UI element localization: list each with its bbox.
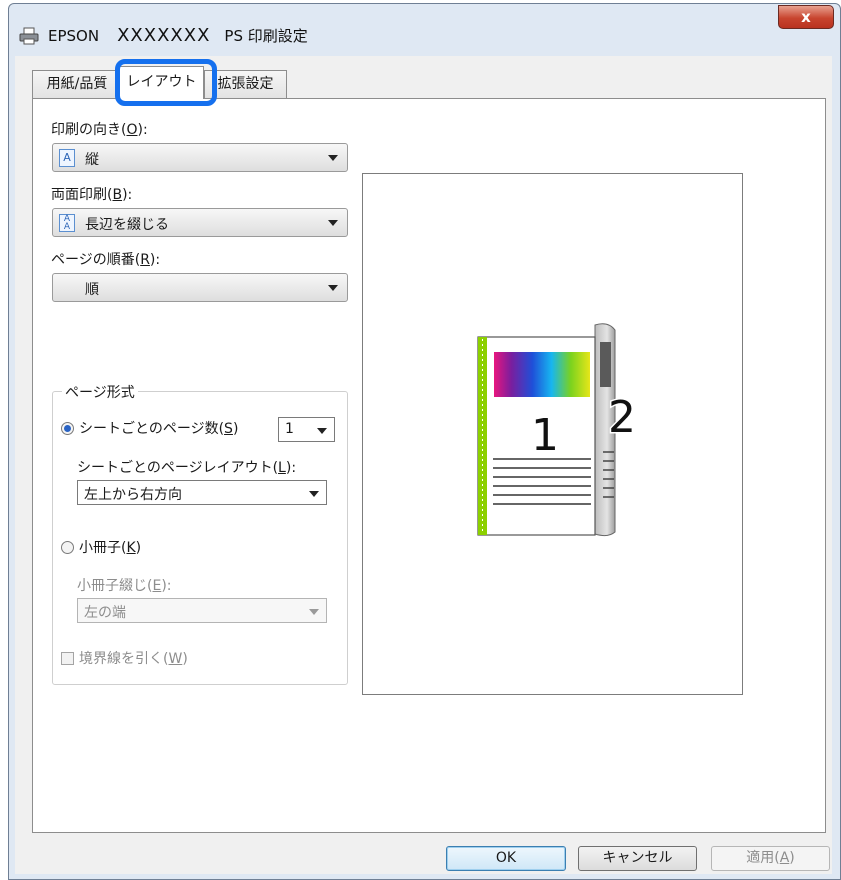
print-settings-window: EPSON XXXXXXX PS 印刷設定 x 用紙/品質 レイアウト 拡張設定 印… [8, 3, 841, 880]
page-format-title: ページ形式 [62, 382, 138, 402]
page-format-group: ページ形式 シートごとのページ数(S) 1 シートごとのページレイアウト(L):… [52, 382, 348, 685]
chevron-down-icon [309, 609, 319, 615]
cancel-button[interactable]: キャンセル [578, 846, 697, 871]
back-page-number: 2 [608, 392, 636, 443]
window-title: EPSON XXXXXXX PS 印刷設定 [48, 25, 308, 46]
page-order-value: 順 [85, 282, 99, 298]
tab-highlight-frame [115, 59, 217, 106]
printer-icon [19, 27, 39, 45]
ok-button[interactable]: OK [446, 846, 566, 871]
booklet-binding-dropdown[interactable]: 左の端 [77, 598, 327, 623]
page-order-dropdown[interactable]: 順 [52, 273, 348, 302]
orientation-label: 印刷の向き(O): [51, 122, 148, 138]
pages-per-sheet-label: シートごとのページ数(S) [79, 421, 239, 437]
apply-button[interactable]: 適用(A) [711, 846, 830, 871]
chevron-down-icon [328, 220, 338, 226]
duplex-dropdown[interactable]: AA 長辺を綴じる [52, 208, 348, 237]
layout-panel: 印刷の向き(O): A 縦 両面印刷(B): AA 長辺を綴じる ページの順番(… [32, 98, 826, 833]
orientation-value: 縦 [85, 152, 99, 168]
front-page-number: 1 [531, 410, 559, 461]
booklet-binding-label: 小冊子綴じ(E): [77, 578, 172, 594]
duplex-label: 両面印刷(B): [51, 187, 133, 203]
orientation-dropdown[interactable]: A 縦 [52, 143, 348, 172]
booklet-binding-value: 左の端 [84, 605, 126, 621]
pages-per-sheet-dropdown[interactable]: 1 [278, 417, 335, 442]
color-bar [494, 352, 590, 397]
chevron-down-icon [328, 155, 338, 161]
pages-per-sheet-layout-value: 左上から右方向 [84, 487, 182, 503]
pages-per-sheet-value: 1 [285, 421, 294, 437]
long-edge-binding-icon: AA [59, 214, 75, 232]
back-page-dark-band [600, 342, 611, 387]
draw-borders-checkbox[interactable] [61, 652, 74, 665]
duplex-value: 長辺を綴じる [85, 217, 169, 233]
tab-paper-quality[interactable]: 用紙/品質 [32, 70, 122, 98]
pages-per-sheet-radio[interactable] [61, 422, 74, 435]
chevron-down-icon [328, 285, 338, 291]
page-order-label: ページの順番(R): [51, 252, 161, 268]
layout-preview: 1 2 [362, 173, 743, 695]
close-button[interactable]: x [778, 5, 834, 29]
title-name: PS 印刷設定 [224, 27, 308, 45]
title-bar: EPSON XXXXXXX PS 印刷設定 x [9, 4, 840, 56]
title-brand: EPSON [48, 27, 100, 45]
pages-per-sheet-layout-dropdown[interactable]: 左上から右方向 [77, 480, 327, 505]
draw-borders-label: 境界線を引く(W) [79, 651, 188, 667]
booklet-label: 小冊子(K) [79, 540, 142, 556]
title-model: XXXXXXX [117, 25, 211, 46]
booklet-radio[interactable] [61, 541, 74, 554]
booklet-preview-graphic: 1 2 [477, 323, 638, 537]
chevron-down-icon [317, 428, 327, 434]
pages-per-sheet-layout-label: シートごとのページレイアウト(L): [77, 460, 297, 476]
chevron-down-icon [309, 491, 319, 497]
portrait-icon: A [59, 149, 75, 167]
dialog-client-area: 用紙/品質 レイアウト 拡張設定 印刷の向き(O): A 縦 両面印刷(B): … [15, 56, 832, 874]
